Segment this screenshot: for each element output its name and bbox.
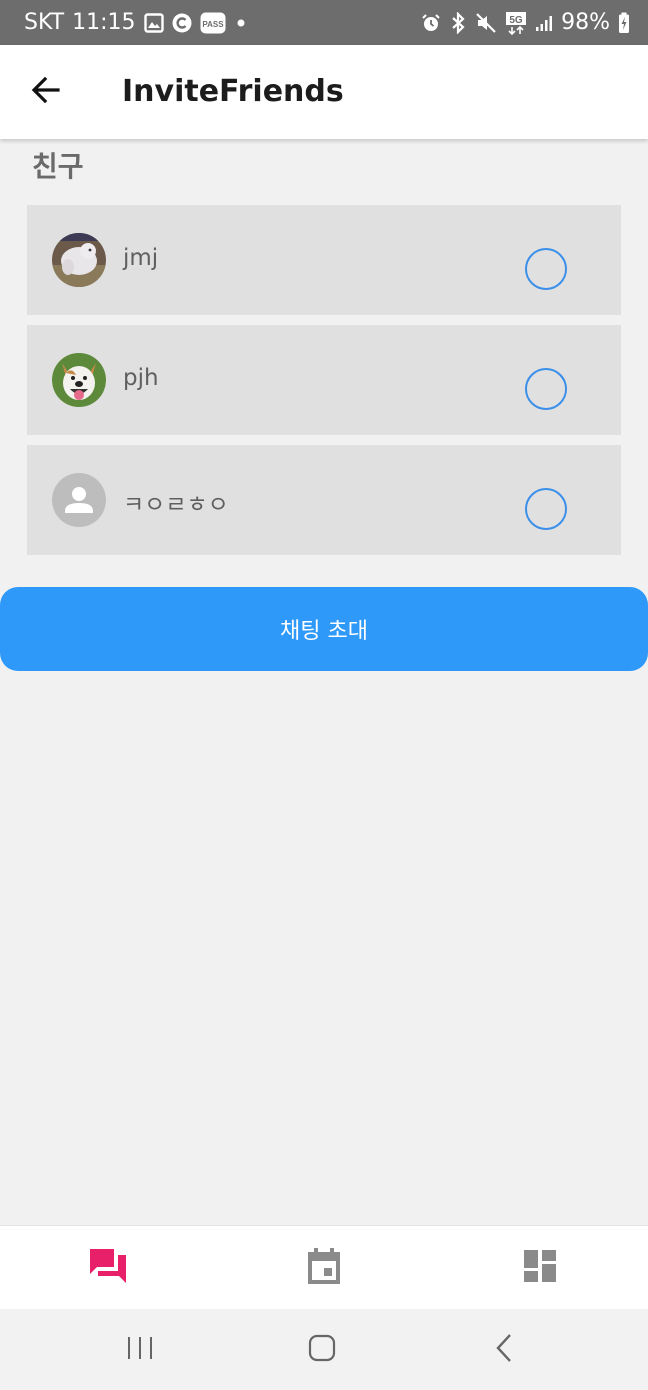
avatar — [52, 473, 106, 527]
invite-chat-button[interactable]: 채팅 초대 — [0, 587, 648, 671]
svg-text:5G: 5G — [509, 15, 523, 26]
svg-text:PASS: PASS — [202, 20, 224, 29]
calendar-icon — [306, 1247, 342, 1289]
select-radio-button[interactable] — [525, 488, 567, 530]
dot-icon — [234, 16, 248, 30]
app-bar: InviteFriends — [0, 45, 648, 139]
chat-forum-icon — [88, 1247, 128, 1289]
c-circle-icon — [172, 13, 192, 33]
arrow-left-icon — [30, 74, 62, 110]
friend-list-item[interactable]: ㅋㅇㄹㅎㅇ — [27, 445, 621, 555]
status-right: 5G 98% — [421, 0, 630, 45]
nav-item-chat[interactable] — [0, 1226, 216, 1310]
system-nav-bar — [0, 1309, 648, 1390]
avatar — [52, 233, 106, 287]
select-radio-button[interactable] — [525, 368, 567, 410]
friend-list: jmj pjh ㅋㅇㄹㅎㅇ — [27, 205, 621, 565]
friend-list-item[interactable]: jmj — [27, 205, 621, 315]
alarm-icon — [421, 13, 441, 33]
dashboard-icon — [523, 1249, 557, 1287]
friend-name: pjh — [123, 365, 159, 391]
friend-list-item[interactable]: pjh — [27, 325, 621, 435]
clock: 11:15 — [72, 10, 136, 35]
section-title-friends: 친구 — [32, 150, 84, 183]
friend-name: ㅋㅇㄹㅎㅇ — [123, 492, 229, 518]
recent-apps-button[interactable] — [80, 1309, 200, 1390]
nav-item-dashboard[interactable] — [432, 1226, 648, 1310]
status-bar: SKT 11:15 PASS 5G 98% — [0, 0, 648, 45]
home-button[interactable] — [262, 1309, 382, 1390]
bottom-nav — [0, 1225, 648, 1309]
battery-charging-icon — [618, 12, 630, 34]
system-back-button[interactable] — [444, 1309, 564, 1390]
select-radio-button[interactable] — [525, 248, 567, 290]
status-left: SKT 11:15 PASS — [24, 0, 248, 45]
back-icon — [494, 1333, 514, 1367]
mute-icon — [475, 12, 497, 34]
page-title: InviteFriends — [122, 74, 344, 109]
back-button[interactable] — [22, 68, 70, 116]
home-icon — [308, 1334, 336, 1366]
5g-icon: 5G — [505, 11, 527, 35]
battery-percent: 98% — [561, 10, 610, 35]
carrier-label: SKT — [24, 10, 65, 35]
avatar — [52, 353, 106, 407]
nav-item-calendar[interactable] — [216, 1226, 432, 1310]
bluetooth-icon — [449, 11, 467, 34]
friend-name: jmj — [123, 245, 159, 271]
image-icon — [143, 12, 164, 33]
recent-apps-icon — [125, 1335, 155, 1365]
signal-icon — [535, 14, 553, 32]
pass-icon: PASS — [200, 12, 226, 34]
